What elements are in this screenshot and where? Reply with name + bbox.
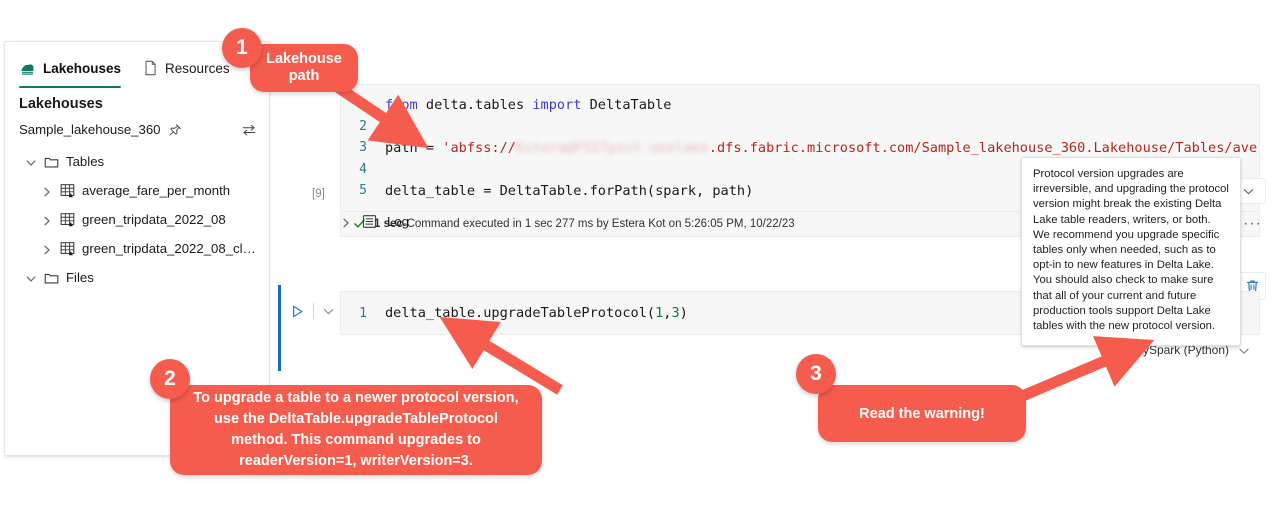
- chevron-down-icon[interactable]: [322, 305, 335, 318]
- chevron-down-icon: [25, 156, 37, 168]
- tab-resources[interactable]: Resources: [143, 51, 230, 85]
- lakehouse-tree: Tables average_fare_per_month green_trip…: [5, 143, 269, 292]
- cell-gutter: [290, 303, 335, 319]
- log-toggle[interactable]: Log: [340, 214, 409, 229]
- code-text: delta_table.upgradeTableProtocol(1,3): [385, 305, 688, 321]
- tree-item-green-tripdata-2022-08-cleansed[interactable]: green_tripdata_2022_08_cleans...: [5, 234, 269, 263]
- tree-item-label: green_tripdata_2022_08_cleans...: [82, 241, 261, 256]
- tree-item-label: Tables: [66, 154, 105, 169]
- chevron-down-icon: [25, 272, 37, 284]
- tree-item-label: green_tripdata_2022_08: [82, 212, 226, 227]
- folder-icon: [44, 271, 59, 285]
- annotation-callout-3: Read the warning!: [818, 385, 1026, 442]
- annotation-callout-1: Lakehouse path: [250, 44, 358, 92]
- chevron-right-icon: [41, 243, 53, 255]
- app-root: Lakehouses Resources Lakehouses Sample_l…: [0, 0, 1274, 511]
- line-number: 2: [359, 118, 367, 134]
- chevron-right-icon: [340, 216, 352, 228]
- annotation-callout-2: To upgrade a table to a newer protocol v…: [170, 385, 542, 475]
- table-icon: [60, 212, 75, 227]
- annotation-badge-1: 1: [222, 28, 262, 68]
- folder-icon: [44, 155, 59, 169]
- tab-resources-label: Resources: [165, 60, 230, 76]
- table-icon: [60, 183, 75, 198]
- lakehouse-selector[interactable]: Sample_lakehouse_360: [5, 116, 269, 143]
- code-line: 2: [341, 116, 1259, 138]
- tab-lakehouses-label: Lakehouses: [43, 60, 122, 76]
- cell-execution-index: [9]: [312, 188, 325, 200]
- annotation-badge-3: 3: [796, 354, 836, 394]
- chevron-right-icon: [41, 185, 53, 197]
- swap-icon[interactable]: [241, 123, 257, 137]
- tree-item-average-fare-per-month[interactable]: average_fare_per_month: [5, 176, 269, 205]
- cell-status-message: -Command executed in 1 sec 277 ms by Est…: [402, 217, 795, 230]
- line-number: 1: [359, 97, 367, 113]
- pin-icon[interactable]: [168, 123, 182, 137]
- tree-item-files[interactable]: Files: [5, 263, 269, 292]
- cell-status-text: 1 sec-Command executed in 1 sec 277 ms b…: [374, 218, 795, 230]
- line-number: 3: [359, 140, 367, 156]
- code-line: 3 path = 'abfss://Estera@FSITpsit-onelake…: [341, 137, 1259, 159]
- log-icon: [362, 214, 377, 229]
- annotation-badge-2: 2: [150, 359, 190, 399]
- code-text: path = 'abfss://Estera@FSITpsit-onelake.…: [385, 139, 1260, 156]
- table-icon: [60, 241, 75, 256]
- run-cell-icon[interactable]: [290, 304, 305, 319]
- line-number: 5: [359, 183, 367, 199]
- log-label: Log: [387, 214, 410, 229]
- tree-item-label: Files: [66, 270, 94, 285]
- lakehouse-icon: [19, 60, 36, 77]
- tree-item-label: average_fare_per_month: [82, 183, 231, 198]
- tree-item-tables[interactable]: Tables: [5, 147, 269, 176]
- warning-tooltip: Protocol version upgrades are irreversib…: [1021, 157, 1241, 347]
- line-number: 4: [359, 161, 367, 177]
- code-line: 1 from delta.tables import DeltaTable: [341, 94, 1259, 116]
- tree-item-green-tripdata-2022-08[interactable]: green_tripdata_2022_08: [5, 205, 269, 234]
- chevron-down-icon[interactable]: [1238, 344, 1250, 356]
- more-options-icon[interactable]: ···: [1243, 215, 1262, 233]
- chevron-right-icon: [41, 214, 53, 226]
- active-cell-indicator: [278, 285, 281, 371]
- explorer-title: Lakehouses: [19, 96, 103, 112]
- document-icon: [143, 60, 158, 76]
- gutter-divider: [313, 303, 314, 319]
- code-line: 1 delta_table.upgradeTableProtocol(1,3): [341, 302, 688, 324]
- code-text: delta_table = DeltaTable.forPath(spark, …: [385, 182, 754, 199]
- tab-lakehouses[interactable]: Lakehouses: [19, 51, 122, 88]
- lakehouse-name: Sample_lakehouse_360: [19, 122, 161, 137]
- code-text: from delta.tables import DeltaTable: [385, 96, 672, 113]
- line-number: 1: [359, 305, 367, 321]
